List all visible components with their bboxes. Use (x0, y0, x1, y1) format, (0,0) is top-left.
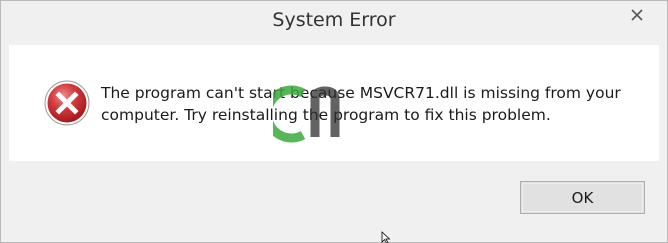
close-x-icon (631, 9, 643, 21)
ok-button[interactable]: OK (520, 181, 645, 214)
button-bar: OK (9, 161, 659, 235)
message-area: The program can't start because MSVCR71.… (9, 45, 659, 161)
error-icon (44, 80, 90, 126)
mouse-pointer-icon (381, 231, 391, 243)
close-button[interactable] (615, 1, 659, 29)
system-error-dialog: System Error The program can't start bec… (0, 0, 668, 243)
title-bar[interactable]: System Error (1, 1, 667, 41)
error-message: The program can't start because MSVCR71.… (101, 84, 621, 124)
window-title: System Error (272, 9, 396, 31)
